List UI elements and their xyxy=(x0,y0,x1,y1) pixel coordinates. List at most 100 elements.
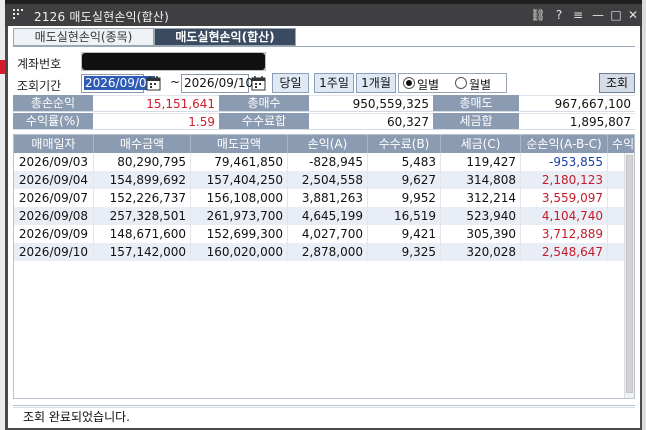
table-cell: -953,855 xyxy=(521,153,608,171)
tab-divider xyxy=(13,46,635,47)
table-cell: 312,214 xyxy=(441,189,521,207)
summary-value-total-net-profit: 15,151,641 xyxy=(93,95,219,112)
scrollbar-thumb[interactable] xyxy=(626,155,633,393)
summary-value-total-buy: 950,559,325 xyxy=(309,95,433,112)
table-cell: 148,671,600 xyxy=(94,225,191,243)
table-cell: 119,427 xyxy=(441,153,521,171)
background-right-edge xyxy=(642,0,646,430)
table-header: 매매일자 매수금액 매도금액 손익(A) 수수료(B) 세금(C) 순손익(A-B-C) 수익… xyxy=(14,135,634,153)
summary-label-return-rate: 수익률(%) xyxy=(13,113,93,130)
column-header[interactable]: 손익(A) xyxy=(288,135,368,153)
summary-label-total-net-profit: 총손순익 xyxy=(13,95,93,112)
table-cell: 4,027,700 xyxy=(288,225,368,243)
table-cell: 2,504,558 xyxy=(288,171,368,189)
table-cell: 2026/09/07 xyxy=(14,189,94,207)
end-date-input[interactable]: 2026/09/10 xyxy=(181,74,253,93)
table-cell: 3,559,097 xyxy=(521,189,608,207)
monthly-radio-label[interactable]: 월별 xyxy=(469,76,491,93)
table-cell: 4,645,199 xyxy=(288,207,368,225)
table-cell: 152,699,300 xyxy=(191,225,288,243)
table-cell: 3,881,263 xyxy=(288,189,368,207)
daily-radio-label[interactable]: 일별 xyxy=(417,76,439,93)
table-cell: 305,390 xyxy=(441,225,521,243)
summary-value-tax-sum: 1,895,807 xyxy=(519,113,635,130)
period-type-group: 일별 월별 xyxy=(398,73,507,93)
table-cell: 9,627 xyxy=(368,171,441,189)
table-cell: 9,325 xyxy=(368,243,441,261)
app-window: 2126 매도실현손익(합산) ⛓ ? ≡ — □ ✕ 매도실현손익(종목) 매… xyxy=(5,4,642,430)
table-row[interactable]: 2026/09/07 152,226,737 156,108,000 3,881,26… xyxy=(14,189,624,207)
menu-icon[interactable]: ≡ xyxy=(570,7,586,23)
monthly-radio[interactable] xyxy=(455,77,467,89)
table-row[interactable]: 2026/09/08 257,328,501 261,973,700 4,645,19… xyxy=(14,207,624,225)
end-calendar-icon[interactable] xyxy=(250,74,268,93)
table-cell: 9,952 xyxy=(368,189,441,207)
column-header[interactable]: 세금(C) xyxy=(441,135,521,153)
column-header[interactable]: 매도금액 xyxy=(191,135,288,153)
column-header[interactable]: 수익률(%) xyxy=(608,135,634,153)
tab-combined[interactable]: 매도실현손익(합산) xyxy=(154,28,296,46)
daily-profit-table[interactable]: 매매일자 매수금액 매도금액 손익(A) 수수료(B) 세금(C) 순손익(A-B-C) 수익… xyxy=(13,134,635,399)
summary-label-total-buy: 총매수 xyxy=(219,95,309,112)
tab-by-stock[interactable]: 매도실현손익(종목) xyxy=(13,28,154,46)
table-cell: 160,020,000 xyxy=(191,243,288,261)
today-button[interactable]: 당일 xyxy=(272,73,309,93)
summary-value-return-rate: 1.59 xyxy=(93,113,219,130)
table-cell: 4,104,740 xyxy=(521,207,608,225)
minimize-button[interactable]: — xyxy=(590,7,606,23)
table-cell: 157,404,250 xyxy=(191,171,288,189)
summary-label-fee-sum: 수수료합 xyxy=(219,113,309,130)
table-cell: 2026/09/04 xyxy=(14,171,94,189)
status-divider xyxy=(13,405,635,406)
table-cell: 523,940 xyxy=(441,207,521,225)
table-cell: 2026/09/09 xyxy=(14,225,94,243)
account-number-field[interactable] xyxy=(81,52,266,71)
window-menu-icon[interactable] xyxy=(12,8,24,20)
table-cell: 320,028 xyxy=(441,243,521,261)
account-label: 계좌번호 xyxy=(17,57,62,71)
table-row[interactable]: 2026/09/10 157,142,000 160,020,000 2,878,00… xyxy=(14,243,624,261)
summary-value-total-sell: 967,667,100 xyxy=(519,95,635,112)
date-range-separator: ~ xyxy=(170,75,181,89)
table-cell: 16,519 xyxy=(368,207,441,225)
table-cell: 2,548,647 xyxy=(521,243,608,261)
search-button[interactable]: 조회 xyxy=(599,73,635,93)
account-number-redacted xyxy=(82,53,265,70)
table-row[interactable]: 2026/09/04 154,899,692 157,404,250 2,504,55… xyxy=(14,171,624,189)
table-cell: 2026/09/08 xyxy=(14,207,94,225)
period-label: 조회기간 xyxy=(17,79,62,93)
table-cell: 5,483 xyxy=(368,153,441,171)
table-cell: 156,108,000 xyxy=(191,189,288,207)
column-header[interactable]: 순손익(A-B-C) xyxy=(521,135,608,153)
table-cell: 2026/09/10 xyxy=(14,243,94,261)
table-cell: 257,328,501 xyxy=(94,207,191,225)
table-cell: 9,421 xyxy=(368,225,441,243)
table-cell: 152,226,737 xyxy=(94,189,191,207)
help-icon[interactable]: ? xyxy=(551,7,567,23)
one-month-button[interactable]: 1개월 xyxy=(356,73,396,93)
vertical-scrollbar[interactable] xyxy=(624,153,634,398)
table-row[interactable]: 2026/09/03 80,290,795 79,461,850 -828,945 5,… xyxy=(14,153,624,171)
link-icon[interactable]: ⛓ xyxy=(530,7,546,23)
start-calendar-icon[interactable] xyxy=(145,74,163,93)
maximize-button[interactable]: □ xyxy=(608,7,624,23)
one-week-button[interactable]: 1주일 xyxy=(314,73,354,93)
start-date-input[interactable]: 2026/09/01 xyxy=(81,74,156,93)
table-cell: 314,808 xyxy=(441,171,521,189)
status-bar: 조회 완료되었습니다. xyxy=(13,407,635,426)
table-cell: 2,180,123 xyxy=(521,171,608,189)
column-header[interactable]: 매수금액 xyxy=(94,135,191,153)
table-row[interactable]: 2026/09/09 148,671,600 152,699,300 4,027,70… xyxy=(14,225,624,243)
summary-value-fee-sum: 60,327 xyxy=(309,113,433,130)
table-cell: 2026/09/03 xyxy=(14,153,94,171)
column-header[interactable]: 수수료(B) xyxy=(368,135,441,153)
title-bar[interactable]: 2126 매도실현손익(합산) ⛓ ? ≡ — □ ✕ xyxy=(5,4,642,26)
table-cell: 3,712,889 xyxy=(521,225,608,243)
daily-radio[interactable] xyxy=(403,77,415,89)
window-title: 2126 매도실현손익(합산) xyxy=(34,10,170,24)
close-button[interactable]: ✕ xyxy=(625,7,641,23)
column-header[interactable]: 매매일자 xyxy=(14,135,94,153)
summary-label-tax-sum: 세금합 xyxy=(433,113,519,130)
content-panel: 매도실현손익(종목) 매도실현손익(합산) 계좌번호 조회기간 2026/09/… xyxy=(8,26,640,428)
table-cell: 79,461,850 xyxy=(191,153,288,171)
